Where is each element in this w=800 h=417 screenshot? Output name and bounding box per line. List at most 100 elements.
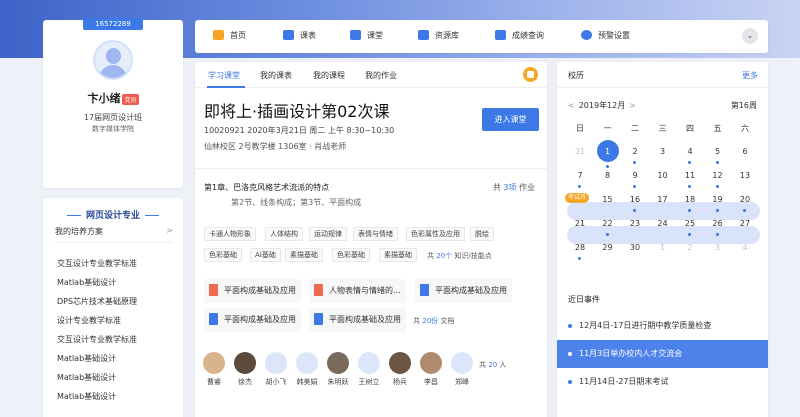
calendar-more-link[interactable]: 更多 xyxy=(742,70,758,81)
nav-item-home[interactable]: 首页 xyxy=(213,30,246,41)
calendar-header: 校历 更多 xyxy=(557,62,768,88)
tab-my-timetable[interactable]: 我的课表 xyxy=(260,70,292,81)
nav-item-grades[interactable]: 成绩查询 xyxy=(495,30,544,41)
knowledge-chip[interactable]: 色彩属性及应用 xyxy=(406,227,465,241)
calendar-day[interactable]: 6 xyxy=(732,144,758,166)
calendar-day[interactable]: 3 xyxy=(705,240,731,262)
document-item[interactable]: 平面构成基础及应用 xyxy=(309,308,406,332)
calendar-day[interactable]: 12 xyxy=(705,168,731,190)
calendar-day[interactable]: 11 xyxy=(677,168,703,190)
tab-study-class[interactable]: 学习课堂 xyxy=(208,70,240,81)
avatar[interactable] xyxy=(93,40,133,80)
student-avatar[interactable]: 韩美娟 xyxy=(293,352,321,387)
knowledge-chip[interactable]: 素描基础 xyxy=(379,248,417,262)
nav-item-label: 资源库 xyxy=(435,31,459,40)
calendar-day-today[interactable]: 1 xyxy=(595,140,621,168)
calendar-day[interactable]: 19 xyxy=(705,192,731,214)
knowledge-chip[interactable]: 脱绘 xyxy=(470,227,494,241)
calendar-day[interactable]: 29 xyxy=(595,240,621,262)
knowledge-chip[interactable]: 运动规律 xyxy=(309,227,347,241)
calendar-day[interactable]: 3 xyxy=(650,144,676,166)
calendar-day[interactable]: 8 xyxy=(595,168,621,190)
event-dot-icon xyxy=(578,257,581,260)
nav-item-timetable[interactable]: 课表 xyxy=(283,30,316,41)
knowledge-chip[interactable]: 人体结构 xyxy=(265,227,303,241)
notification-icon[interactable] xyxy=(522,66,539,83)
student-avatar[interactable]: 李昌 xyxy=(417,352,445,387)
calendar-day[interactable]: 9 xyxy=(622,168,648,190)
event-item[interactable]: 11月3日举办校内人才交流会 xyxy=(557,340,768,368)
calendar-day[interactable]: 16 xyxy=(622,192,648,214)
nav-item-classroom[interactable]: 课堂 xyxy=(350,30,383,41)
calendar-day[interactable]: 21 xyxy=(567,216,593,238)
prev-month-icon[interactable]: < xyxy=(568,101,575,110)
calendar-day[interactable]: 31 xyxy=(567,144,593,166)
calendar-day[interactable]: 26 xyxy=(705,216,731,238)
calendar-day[interactable]: 30 xyxy=(622,240,648,262)
calendar-day[interactable]: 15 xyxy=(595,192,621,214)
calendar-day[interactable]: 25 xyxy=(677,216,703,238)
calendar-day[interactable]: 28 xyxy=(567,240,593,262)
calendar-day[interactable]: 23 xyxy=(622,216,648,238)
calendar-day[interactable]: 27 xyxy=(732,216,758,238)
student-avatar[interactable]: 徐杰 xyxy=(231,352,259,387)
knowledge-chip[interactable]: 素描基础 xyxy=(285,248,323,262)
list-item[interactable]: Matlab基础设计 xyxy=(57,372,116,383)
document-item[interactable]: 平面构成基础及应用 xyxy=(204,308,301,332)
student-avatar[interactable]: 曹睿 xyxy=(200,352,228,387)
student-avatar[interactable]: 郑峰 xyxy=(448,352,476,387)
divider xyxy=(55,242,173,243)
document-count-link[interactable]: 20份 xyxy=(422,317,438,325)
homework-count-link[interactable]: 3项 xyxy=(503,183,516,192)
calendar-day[interactable]: 2 xyxy=(677,240,703,262)
student-name-text: 卞小绪 xyxy=(87,92,121,105)
document-item[interactable]: 人物表情与情绪的... xyxy=(309,279,406,303)
document-item[interactable]: 平面构成基础及应用 xyxy=(415,279,512,303)
calendar-day[interactable]: 17 xyxy=(650,192,676,214)
list-item[interactable]: Matlab基础设计 xyxy=(57,391,116,402)
calendar-day[interactable]: 7 xyxy=(567,168,593,190)
student-label: 李昌 xyxy=(424,378,438,386)
calendar-day[interactable]: 18 xyxy=(677,192,703,214)
knowledge-chip[interactable]: AI基础 xyxy=(250,248,281,262)
tab-my-courses[interactable]: 我的课程 xyxy=(313,70,345,81)
tab-my-homework[interactable]: 我的作业 xyxy=(365,70,397,81)
calendar-day[interactable]: 4 xyxy=(732,240,758,262)
student-avatar[interactable]: 胡小飞 xyxy=(262,352,290,387)
calendar-day[interactable]: 1 xyxy=(650,240,676,262)
bullet-icon xyxy=(568,380,572,384)
list-item[interactable]: 交互设计专业教学标准 xyxy=(57,334,137,345)
student-avatar[interactable]: 朱明跃 xyxy=(324,352,352,387)
knowledge-chip[interactable]: 色彩基础 xyxy=(332,248,370,262)
list-item[interactable]: DPS芯片技术基础原理 xyxy=(57,296,137,307)
student-avatar[interactable]: 王树立 xyxy=(355,352,383,387)
calendar-day[interactable]: 24 xyxy=(650,216,676,238)
calendar-day[interactable]: 4 xyxy=(677,144,703,166)
event-item[interactable]: 11月14日-27日期末考试 xyxy=(557,368,768,396)
student-avatar[interactable]: 杨兵 xyxy=(386,352,414,387)
department-name: 数字媒体学院 xyxy=(92,125,134,133)
calendar-day[interactable]: 5 xyxy=(705,144,731,166)
calendar-day[interactable]: 2 xyxy=(622,144,648,166)
calendar-day[interactable]: 13 xyxy=(732,168,758,190)
document-item[interactable]: 平面构成基础及应用 xyxy=(204,279,301,303)
list-item[interactable]: Matlab基础设计 xyxy=(57,277,116,288)
calendar-day[interactable]: 22 xyxy=(595,216,621,238)
calendar-day[interactable]: 10 xyxy=(650,168,676,190)
enter-class-button[interactable]: 进入课堂 xyxy=(482,108,539,131)
event-item[interactable]: 12月4日-17日进行期中教学质量检查 xyxy=(557,312,768,340)
next-month-icon[interactable]: > xyxy=(629,101,636,110)
nav-item-resources[interactable]: 资源库 xyxy=(418,30,459,41)
calendar-day[interactable]: 20 xyxy=(732,192,758,214)
knowledge-count-link[interactable]: 20个 xyxy=(436,252,452,260)
knowledge-chip[interactable]: 表情与情绪 xyxy=(353,227,398,241)
list-item[interactable]: 设计专业教学标准 xyxy=(57,315,121,326)
training-plan-link[interactable]: 我的培养方案 > xyxy=(55,226,173,237)
knowledge-chip[interactable]: 卡通人物形象 xyxy=(204,227,256,241)
knowledge-chip[interactable]: 色彩基础 xyxy=(204,248,242,262)
collapse-toggle-button[interactable]: ⌄ xyxy=(742,28,758,44)
list-item[interactable]: Matlab基础设计 xyxy=(57,353,116,364)
list-item[interactable]: 交互设计专业教学标准 xyxy=(57,258,137,269)
nav-item-alerts[interactable]: 预警设置 xyxy=(581,30,630,41)
student-count-link[interactable]: 20 xyxy=(488,361,497,369)
